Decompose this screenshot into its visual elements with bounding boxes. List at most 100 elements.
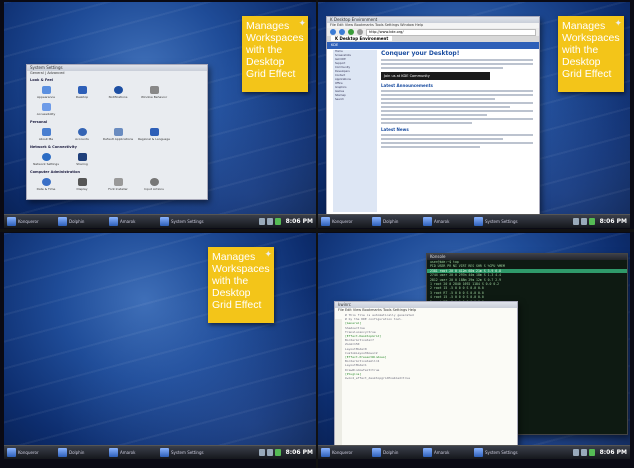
battery-icon[interactable] bbox=[274, 449, 281, 456]
taskbar-task[interactable]: Konqueror bbox=[321, 217, 369, 227]
app-icon bbox=[372, 217, 381, 226]
network-icon[interactable] bbox=[572, 449, 579, 456]
icon-display[interactable]: Display bbox=[69, 178, 95, 191]
workspace-4[interactable]: Konsole user@kde:~$ top PID USER PR NI VI… bbox=[318, 233, 630, 459]
pin-icon: ✦ bbox=[298, 18, 306, 28]
monitor-icon bbox=[77, 178, 87, 186]
volume-icon[interactable] bbox=[580, 218, 587, 225]
section-look-feel: Look & Feel bbox=[30, 78, 54, 82]
taskbar: Konqueror Dolphin Amarok System Settings… bbox=[4, 214, 316, 228]
taskbar-task[interactable]: Konqueror bbox=[7, 217, 55, 227]
icon-window-behavior[interactable]: Window Behavior bbox=[141, 86, 167, 99]
battery-icon[interactable] bbox=[274, 218, 281, 225]
app-icon bbox=[474, 448, 483, 457]
url-field[interactable]: http://www.kde.org/ bbox=[366, 28, 536, 36]
browser-toolbar: http://www.kde.org/ bbox=[327, 28, 539, 36]
icon-date-time[interactable]: Date & Time bbox=[33, 178, 59, 191]
icon-input-actions[interactable]: Input Actions bbox=[141, 178, 167, 191]
icon-row-5: Date & Time Display Font Installer Input… bbox=[27, 176, 207, 193]
system-tray bbox=[258, 449, 281, 456]
taskbar-task[interactable]: Amarok bbox=[423, 217, 471, 227]
desktop-grid: System Settings General | Advanced Look … bbox=[0, 0, 634, 468]
browser-window[interactable]: K Desktop Environment File Edit View Boo… bbox=[326, 16, 540, 218]
flag-icon bbox=[149, 128, 159, 136]
icon-font-installer[interactable]: Font Installer bbox=[105, 178, 131, 191]
icon-desktop[interactable]: Desktop bbox=[69, 86, 95, 99]
promo-banner[interactable]: Join us at KDE Community bbox=[381, 72, 491, 80]
note-text: Manages Workspaces with the Desktop Grid… bbox=[212, 251, 270, 311]
section-network: Network & Connectivity bbox=[30, 145, 77, 149]
workspace-3[interactable]: ✦ Manages Workspaces with the Desktop Gr… bbox=[4, 233, 316, 459]
section-news: Latest News bbox=[381, 127, 409, 132]
back-icon[interactable] bbox=[330, 29, 336, 35]
note-text: Manages Workspaces with the Desktop Grid… bbox=[246, 20, 304, 80]
sticky-note: ✦ Manages Workspaces with the Desktop Gr… bbox=[208, 247, 274, 323]
icon-about-me[interactable]: About Me bbox=[33, 128, 59, 141]
clock-icon bbox=[41, 178, 51, 186]
tools-icon bbox=[149, 86, 159, 94]
taskbar-task[interactable]: Amarok bbox=[109, 217, 157, 227]
icon-network-settings[interactable]: Network Settings bbox=[33, 153, 59, 166]
text-editor-window[interactable]: kwinrc File Edit View Bookmarks Tools Se… bbox=[334, 301, 518, 449]
site-nav: Home Screenshots Get KDE Support Community De… bbox=[333, 50, 377, 212]
network-icon[interactable] bbox=[572, 218, 579, 225]
taskbar-task[interactable]: Amarok bbox=[423, 448, 471, 458]
page-content: Conquer your Desktop! Join us at KDE Com… bbox=[381, 50, 533, 150]
taskbar-task[interactable]: Amarok bbox=[109, 448, 157, 458]
icon-accounts[interactable]: Accounts bbox=[69, 128, 95, 141]
network-icon[interactable] bbox=[258, 218, 265, 225]
system-tray bbox=[258, 218, 281, 225]
accessibility-icon bbox=[41, 103, 51, 111]
volume-icon[interactable] bbox=[580, 449, 587, 456]
clock[interactable]: 8:06 PM bbox=[286, 218, 313, 225]
nav-link[interactable]: Search bbox=[333, 98, 377, 102]
icon-row-4: Network Settings Sharing bbox=[27, 151, 207, 168]
taskbar-task[interactable]: Dolphin bbox=[372, 448, 420, 458]
forward-icon[interactable] bbox=[339, 29, 345, 35]
network-icon[interactable] bbox=[258, 449, 265, 456]
taskbar-task[interactable]: System Settings bbox=[160, 217, 208, 227]
icon-regional[interactable]: Regional & Language bbox=[138, 128, 170, 141]
taskbar-task[interactable]: System Settings bbox=[474, 217, 522, 227]
taskbar-task[interactable]: System Settings bbox=[474, 448, 522, 458]
icon-row-1: Appearance Desktop Notifications Window … bbox=[27, 84, 207, 101]
line-gutter bbox=[335, 319, 342, 446]
system-tray bbox=[572, 218, 595, 225]
icon-accessibility[interactable]: Accessibility bbox=[33, 103, 59, 116]
pin-icon: ✦ bbox=[264, 249, 272, 259]
volume-icon[interactable] bbox=[266, 449, 273, 456]
battery-icon[interactable] bbox=[588, 218, 595, 225]
taskbar: Konqueror Dolphin Amarok System Settings… bbox=[318, 445, 630, 459]
volume-icon[interactable] bbox=[266, 218, 273, 225]
icon-sharing[interactable]: Sharing bbox=[69, 153, 95, 166]
note-text: Manages Workspaces with the Desktop Grid… bbox=[562, 20, 620, 80]
share-icon bbox=[77, 153, 87, 161]
page-heading: Conquer your Desktop! bbox=[381, 50, 460, 57]
taskbar-task[interactable]: Konqueror bbox=[7, 448, 55, 458]
home-icon[interactable] bbox=[357, 29, 363, 35]
taskbar-task[interactable]: Dolphin bbox=[58, 448, 106, 458]
reload-icon[interactable] bbox=[348, 29, 354, 35]
battery-icon[interactable] bbox=[588, 449, 595, 456]
clock[interactable]: 8:06 PM bbox=[600, 218, 627, 225]
app-icon bbox=[423, 217, 432, 226]
system-tray bbox=[572, 449, 595, 456]
app-icon bbox=[58, 448, 67, 457]
grid-divider bbox=[316, 0, 318, 468]
grid-divider bbox=[0, 229, 634, 232]
taskbar-task[interactable]: System Settings bbox=[160, 448, 208, 458]
taskbar-task[interactable]: Konqueror bbox=[321, 448, 369, 458]
icon-appearance[interactable]: Appearance bbox=[33, 86, 59, 99]
system-settings-window[interactable]: System Settings General | Advanced Look … bbox=[26, 64, 208, 200]
workspace-1[interactable]: System Settings General | Advanced Look … bbox=[4, 2, 316, 228]
clock[interactable]: 8:06 PM bbox=[286, 449, 313, 456]
taskbar-task[interactable]: Dolphin bbox=[58, 217, 106, 227]
icon-row-3: About Me Accounts Default Applications R… bbox=[27, 126, 207, 143]
clock[interactable]: 8:06 PM bbox=[600, 449, 627, 456]
icon-notifications[interactable]: Notifications bbox=[105, 86, 131, 99]
workspace-2[interactable]: K Desktop Environment File Edit View Boo… bbox=[318, 2, 630, 228]
taskbar-task[interactable]: Dolphin bbox=[372, 217, 420, 227]
app-icon bbox=[321, 217, 330, 226]
desktop-icon bbox=[77, 86, 87, 94]
icon-default-apps[interactable]: Default Applications bbox=[103, 128, 133, 141]
